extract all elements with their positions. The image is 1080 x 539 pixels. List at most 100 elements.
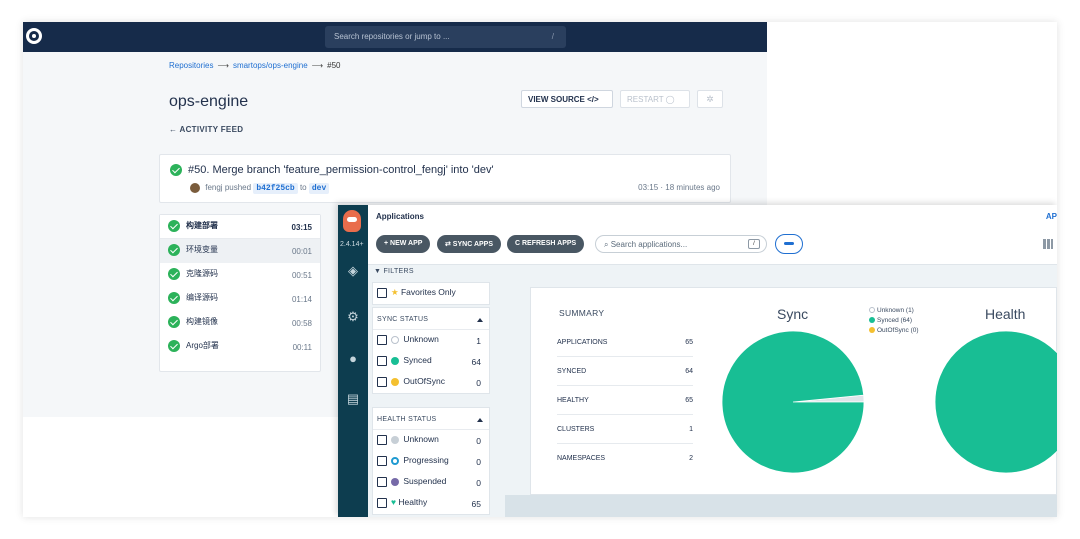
- suspended-icon: [391, 477, 399, 486]
- breadcrumb-build: #50: [327, 61, 341, 70]
- success-check-icon: [168, 340, 180, 352]
- grid-view-icon[interactable]: [1043, 239, 1053, 249]
- summary-label: CLUSTERS: [557, 426, 595, 433]
- ci-top-bar: Search repositories or jump to ... /: [23, 22, 767, 52]
- argo-toolbar: + NEW APP ⇄ SYNC APPS C REFRESH APPS ⌕ S…: [368, 227, 1057, 265]
- unknown-status-icon: [391, 335, 399, 344]
- sync-pie-chart: [721, 330, 865, 474]
- sync-apps-button[interactable]: ⇄ SYNC APPS: [437, 235, 502, 253]
- legend-swatch: [869, 327, 875, 334]
- footer-area: [505, 495, 1057, 517]
- success-check-icon: [170, 164, 182, 176]
- summary-value: 2: [689, 455, 693, 462]
- app-search-placeholder: Search applications...: [610, 240, 688, 249]
- checkbox[interactable]: [377, 455, 387, 466]
- filters-panel: ▼ FILTERS ★ Favorites Only SYNC STATUS U…: [368, 265, 505, 517]
- sync-status-header[interactable]: SYNC STATUS: [373, 308, 489, 330]
- docs-icon[interactable]: ▤: [345, 391, 361, 407]
- unknown-health-icon: [391, 435, 399, 444]
- step-duration: 00:11: [292, 343, 312, 352]
- checkbox[interactable]: [377, 497, 387, 508]
- checkbox[interactable]: [377, 287, 387, 298]
- filter-row[interactable]: Unknown 1: [373, 330, 489, 351]
- commit-card[interactable]: #50. Merge branch 'feature_permission-co…: [159, 154, 731, 203]
- step-name: 编译源码: [186, 293, 218, 303]
- argo-version: 2.4.14+: [340, 241, 364, 248]
- filter-count: 1: [476, 336, 481, 346]
- drone-logo-icon[interactable]: [26, 28, 42, 44]
- commit-author: fengj: [205, 183, 223, 193]
- favorites-checkbox-row[interactable]: ★ Favorites Only: [373, 283, 489, 304]
- health-status-header[interactable]: HEALTH STATUS: [373, 408, 489, 430]
- filters-title: ▼ FILTERS: [374, 268, 414, 275]
- filter-count: 0: [476, 478, 481, 488]
- commit-sha[interactable]: b42f25cb: [253, 183, 298, 195]
- pipeline-step[interactable]: 构建部署 03:15: [160, 215, 320, 239]
- filter-label: Suspended: [403, 476, 447, 486]
- legend-item: Unknown (1): [869, 306, 919, 316]
- pipeline-step[interactable]: Argo部署 00:11: [160, 335, 320, 359]
- legend-label: Synced (64): [877, 317, 913, 324]
- checkbox[interactable]: [377, 434, 387, 445]
- gear-icon[interactable]: ⚙: [345, 309, 361, 325]
- pipeline-step[interactable]: 环境变量 00:01: [160, 239, 320, 263]
- summary-value: 65: [685, 339, 693, 346]
- user-icon[interactable]: ●: [345, 351, 361, 367]
- summary-label: HEALTHY: [557, 397, 589, 404]
- argo-logo-icon[interactable]: [343, 210, 361, 232]
- filter-label: Healthy: [398, 497, 428, 507]
- sync-chart-title: Sync: [777, 306, 809, 322]
- success-check-icon: [168, 244, 180, 256]
- filter-row[interactable]: Synced 64: [373, 351, 489, 372]
- filter-label: Unknown: [403, 334, 439, 344]
- checkbox[interactable]: [377, 334, 387, 345]
- layers-icon[interactable]: ◈: [345, 263, 361, 279]
- favorites-label: Favorites Only: [400, 287, 456, 297]
- ci-search-input[interactable]: Search repositories or jump to ... /: [325, 26, 566, 48]
- success-check-icon: [168, 292, 180, 304]
- debug-button[interactable]: ✲: [697, 90, 723, 108]
- favorites-filter[interactable]: ★ Favorites Only: [372, 282, 490, 305]
- new-app-button[interactable]: + NEW APP: [376, 235, 431, 253]
- page-title: Applications: [376, 212, 425, 221]
- breadcrumb-repo[interactable]: smartops/ops-engine: [233, 61, 308, 70]
- sync-legend: Unknown (1) Synced (64) OutOfSync (0): [869, 306, 919, 336]
- checkbox[interactable]: [377, 355, 387, 366]
- pipeline-step[interactable]: 编译源码 01:14: [160, 287, 320, 311]
- checkbox[interactable]: [377, 376, 387, 387]
- filter-row[interactable]: Unknown 0: [373, 430, 489, 451]
- filter-row[interactable]: OutOfSync 0: [373, 372, 489, 393]
- page-title: ops-engine: [169, 93, 249, 110]
- activity-feed-link[interactable]: ← ACTIVITY FEED: [169, 125, 243, 134]
- pie-slice-synced: [721, 330, 865, 474]
- step-duration: 00:58: [291, 319, 312, 328]
- app-search-input[interactable]: ⌕ Search applications... /: [595, 235, 767, 253]
- step-name: 环境变量: [186, 245, 218, 255]
- filter-count: 0: [476, 436, 481, 446]
- filter-row[interactable]: Suspended 0: [373, 472, 489, 493]
- breadcrumb: Repositories ⟶ smartops/ops-engine ⟶ #50: [169, 61, 340, 70]
- legend-item: Synced (64): [869, 316, 919, 326]
- legend-label: OutOfSync (0): [877, 327, 919, 334]
- filter-count: 0: [476, 457, 481, 467]
- restart-button[interactable]: RESTART ◯: [620, 90, 690, 108]
- pipeline-step[interactable]: 克隆源码 00:51: [160, 263, 320, 287]
- summary-row: CLUSTERS 1: [557, 415, 693, 444]
- commit-branch[interactable]: dev: [308, 183, 330, 195]
- pipeline-step[interactable]: 构建镜像 00:58: [160, 311, 320, 335]
- breadcrumb-separator: ⟶: [217, 61, 229, 70]
- view-source-button[interactable]: VIEW SOURCE </>: [521, 90, 613, 108]
- step-name: 克隆源码: [186, 269, 218, 279]
- success-check-icon: [168, 220, 180, 232]
- filter-row[interactable]: ♥ Healthy 65: [373, 493, 489, 514]
- refresh-apps-button[interactable]: C REFRESH APPS: [507, 235, 585, 253]
- summary-row: HEALTHY 65: [557, 386, 693, 415]
- filter-label: Synced: [403, 355, 432, 365]
- breadcrumb-repositories[interactable]: Repositories: [169, 61, 213, 70]
- view-toggle[interactable]: [775, 234, 803, 254]
- filter-row[interactable]: Progressing 0: [373, 451, 489, 472]
- blank-area-bottom: [23, 417, 341, 517]
- summary-label: NAMESPACES: [557, 455, 606, 462]
- checkbox[interactable]: [377, 476, 387, 487]
- step-duration: 00:51: [291, 271, 312, 280]
